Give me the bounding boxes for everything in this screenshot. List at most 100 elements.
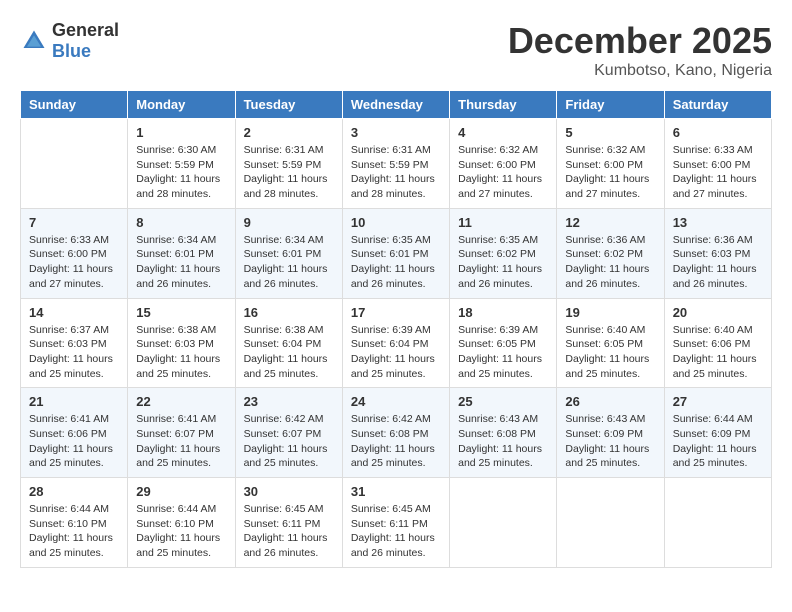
day-number: 4 [458,125,548,140]
calendar-week-row: 14 Sunrise: 6:37 AMSunset: 6:03 PMDayligh… [21,298,772,388]
day-number: 3 [351,125,441,140]
day-info: Sunrise: 6:45 AMSunset: 6:11 PMDaylight:… [244,502,334,561]
day-number: 2 [244,125,334,140]
calendar-day-cell: 12Sunrise: 6:36 AMSunset: 6:02 PMDayligh… [557,208,664,298]
calendar-day-cell: 19Sunrise: 6:40 AMSunset: 6:05 PMDayligh… [557,298,664,388]
day-number: 8 [136,215,226,230]
calendar-day-cell: 28 Sunrise: 6:44 AMSunset: 6:10 PMDayligh… [21,478,128,568]
day-number: 6 [673,125,763,140]
day-info: Sunrise: 6:36 AMSunset: 6:03 PMDaylight:… [673,233,763,292]
day-number: 9 [244,215,334,230]
calendar-day-cell: 11Sunrise: 6:35 AMSunset: 6:02 PMDayligh… [450,208,557,298]
calendar-day-cell: 22 Sunrise: 6:41 AMSunset: 6:07 PMDayligh… [128,388,235,478]
calendar-header-cell: Thursday [450,91,557,119]
calendar-header-cell: Sunday [21,91,128,119]
calendar-body: 1 Sunrise: 6:30 AMSunset: 5:59 PMDaylight… [21,119,772,568]
location-title: Kumbotso, Kano, Nigeria [508,62,772,80]
day-number: 17 [351,305,441,320]
day-number: 1 [136,125,226,140]
calendar-week-row: 7 Sunrise: 6:33 AMSunset: 6:00 PMDaylight… [21,208,772,298]
day-info: Sunrise: 6:33 AMSunset: 6:00 PMDaylight:… [29,233,119,292]
calendar-day-cell: 30 Sunrise: 6:45 AMSunset: 6:11 PMDayligh… [235,478,342,568]
day-number: 23 [244,394,334,409]
calendar-day-cell: 25 Sunrise: 6:43 AMSunset: 6:08 PMDayligh… [450,388,557,478]
calendar-day-cell: 26Sunrise: 6:43 AMSunset: 6:09 PMDayligh… [557,388,664,478]
calendar-header-cell: Saturday [664,91,771,119]
calendar-day-cell: 15Sunrise: 6:38 AMSunset: 6:03 PMDayligh… [128,298,235,388]
day-info: Sunrise: 6:37 AMSunset: 6:03 PMDaylight:… [29,323,119,382]
day-number: 10 [351,215,441,230]
calendar-day-cell: 21 Sunrise: 6:41 AMSunset: 6:06 PMDayligh… [21,388,128,478]
calendar-day-cell [21,119,128,209]
day-info: Sunrise: 6:30 AMSunset: 5:59 PMDaylight:… [136,143,226,202]
calendar-day-cell: 5 Sunrise: 6:32 AMSunset: 6:00 PMDaylight… [557,119,664,209]
day-number: 21 [29,394,119,409]
calendar-header-cell: Monday [128,91,235,119]
logo-text-general: General [52,20,119,40]
calendar-day-cell: 29Sunrise: 6:44 AMSunset: 6:10 PMDayligh… [128,478,235,568]
day-info: Sunrise: 6:41 AMSunset: 6:07 PMDaylight:… [136,412,226,471]
calendar-day-cell: 24 Sunrise: 6:42 AMSunset: 6:08 PMDayligh… [342,388,449,478]
month-title: December 2025 [508,20,772,62]
day-info: Sunrise: 6:32 AMSunset: 6:00 PMDaylight:… [458,143,548,202]
day-number: 29 [136,484,226,499]
logo-text-blue: Blue [52,41,91,61]
day-info: Sunrise: 6:38 AMSunset: 6:03 PMDaylight:… [136,323,226,382]
calendar-day-cell: 13 Sunrise: 6:36 AMSunset: 6:03 PMDayligh… [664,208,771,298]
calendar-header-row: SundayMondayTuesdayWednesdayThursdayFrid… [21,91,772,119]
day-number: 30 [244,484,334,499]
page-header: General Blue December 2025 Kumbotso, Kan… [20,20,772,80]
day-number: 25 [458,394,548,409]
day-info: Sunrise: 6:31 AMSunset: 5:59 PMDaylight:… [244,143,334,202]
day-number: 20 [673,305,763,320]
day-info: Sunrise: 6:31 AMSunset: 5:59 PMDaylight:… [351,143,441,202]
calendar-day-cell: 23 Sunrise: 6:42 AMSunset: 6:07 PMDayligh… [235,388,342,478]
logo-icon [20,27,48,55]
calendar-day-cell: 4 Sunrise: 6:32 AMSunset: 6:00 PMDaylight… [450,119,557,209]
day-info: Sunrise: 6:43 AMSunset: 6:08 PMDaylight:… [458,412,548,471]
calendar-day-cell: 18Sunrise: 6:39 AMSunset: 6:05 PMDayligh… [450,298,557,388]
day-number: 28 [29,484,119,499]
day-number: 5 [565,125,655,140]
title-block: December 2025 Kumbotso, Kano, Nigeria [508,20,772,80]
calendar-day-cell: 8 Sunrise: 6:34 AMSunset: 6:01 PMDaylight… [128,208,235,298]
day-number: 12 [565,215,655,230]
day-info: Sunrise: 6:39 AMSunset: 6:04 PMDaylight:… [351,323,441,382]
day-number: 31 [351,484,441,499]
calendar-day-cell [664,478,771,568]
day-number: 13 [673,215,763,230]
day-info: Sunrise: 6:35 AMSunset: 6:01 PMDaylight:… [351,233,441,292]
calendar-table: SundayMondayTuesdayWednesdayThursdayFrid… [20,90,772,568]
calendar-day-cell: 14 Sunrise: 6:37 AMSunset: 6:03 PMDayligh… [21,298,128,388]
day-info: Sunrise: 6:45 AMSunset: 6:11 PMDaylight:… [351,502,441,561]
day-info: Sunrise: 6:41 AMSunset: 6:06 PMDaylight:… [29,412,119,471]
day-number: 24 [351,394,441,409]
calendar-week-row: 28 Sunrise: 6:44 AMSunset: 6:10 PMDayligh… [21,478,772,568]
day-number: 26 [565,394,655,409]
calendar-week-row: 21 Sunrise: 6:41 AMSunset: 6:06 PMDayligh… [21,388,772,478]
day-info: Sunrise: 6:42 AMSunset: 6:07 PMDaylight:… [244,412,334,471]
day-info: Sunrise: 6:38 AMSunset: 6:04 PMDaylight:… [244,323,334,382]
calendar-day-cell: 10 Sunrise: 6:35 AMSunset: 6:01 PMDayligh… [342,208,449,298]
calendar-day-cell: 16Sunrise: 6:38 AMSunset: 6:04 PMDayligh… [235,298,342,388]
day-info: Sunrise: 6:44 AMSunset: 6:10 PMDaylight:… [29,502,119,561]
calendar-day-cell: 2 Sunrise: 6:31 AMSunset: 5:59 PMDaylight… [235,119,342,209]
calendar-day-cell: 7 Sunrise: 6:33 AMSunset: 6:00 PMDaylight… [21,208,128,298]
day-number: 7 [29,215,119,230]
day-number: 19 [565,305,655,320]
calendar-day-cell: 1 Sunrise: 6:30 AMSunset: 5:59 PMDaylight… [128,119,235,209]
day-info: Sunrise: 6:39 AMSunset: 6:05 PMDaylight:… [458,323,548,382]
day-info: Sunrise: 6:34 AMSunset: 6:01 PMDaylight:… [244,233,334,292]
day-info: Sunrise: 6:44 AMSunset: 6:09 PMDaylight:… [673,412,763,471]
calendar-day-cell: 31 Sunrise: 6:45 AMSunset: 6:11 PMDayligh… [342,478,449,568]
day-number: 14 [29,305,119,320]
day-number: 22 [136,394,226,409]
day-info: Sunrise: 6:32 AMSunset: 6:00 PMDaylight:… [565,143,655,202]
calendar-day-cell: 9 Sunrise: 6:34 AMSunset: 6:01 PMDaylight… [235,208,342,298]
calendar-day-cell: 6 Sunrise: 6:33 AMSunset: 6:00 PMDaylight… [664,119,771,209]
day-info: Sunrise: 6:33 AMSunset: 6:00 PMDaylight:… [673,143,763,202]
day-info: Sunrise: 6:42 AMSunset: 6:08 PMDaylight:… [351,412,441,471]
day-number: 11 [458,215,548,230]
calendar-header-cell: Friday [557,91,664,119]
day-info: Sunrise: 6:34 AMSunset: 6:01 PMDaylight:… [136,233,226,292]
